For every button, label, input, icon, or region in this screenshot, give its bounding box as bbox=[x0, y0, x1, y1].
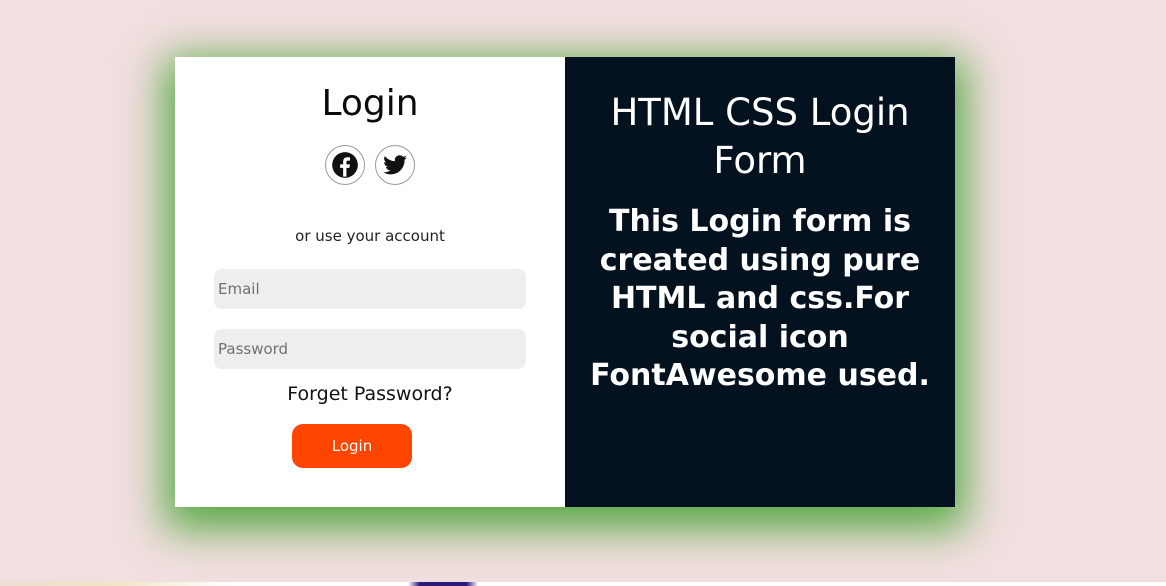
email-field[interactable] bbox=[214, 269, 526, 309]
promo-title: HTML CSS Login Form bbox=[610, 91, 910, 182]
promo-description: This Login form is created using pure HT… bbox=[590, 204, 930, 393]
facebook-icon bbox=[332, 152, 358, 178]
twitter-button[interactable] bbox=[375, 145, 415, 185]
social-buttons bbox=[175, 145, 565, 185]
password-field[interactable] bbox=[214, 329, 526, 369]
twitter-icon bbox=[383, 155, 407, 175]
login-title: Login bbox=[321, 83, 419, 124]
login-card: Login or use your account Forget Passwor… bbox=[175, 57, 955, 507]
login-panel: Login or use your account Forget Passwor… bbox=[175, 57, 565, 507]
alt-login-text: or use your account bbox=[295, 227, 445, 245]
forget-password-link[interactable]: Forget Password? bbox=[175, 383, 565, 405]
login-button[interactable]: Login bbox=[292, 424, 412, 468]
taskbar-edge bbox=[0, 582, 1166, 586]
promo-panel: HTML CSS Login Form This Login form is c… bbox=[565, 57, 955, 507]
facebook-button[interactable] bbox=[325, 145, 365, 185]
